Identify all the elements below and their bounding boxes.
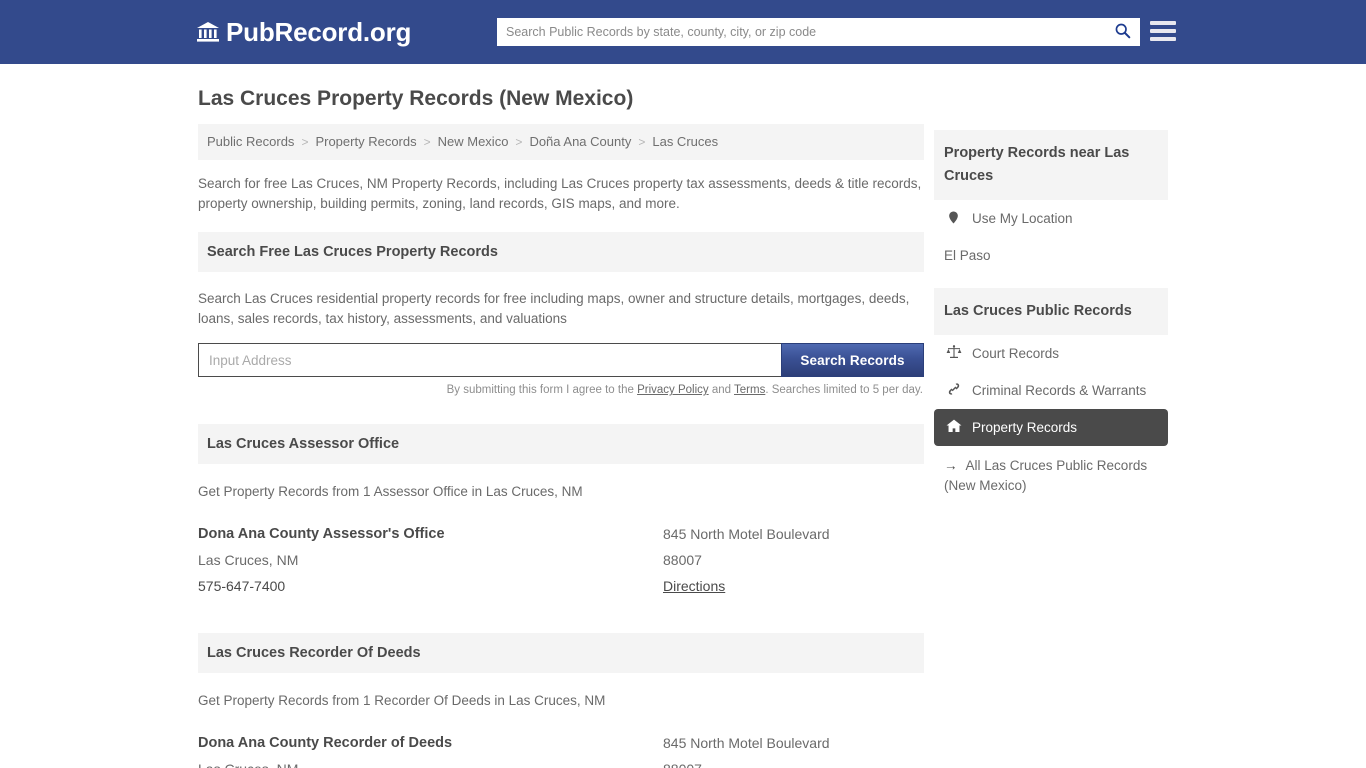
site-logo-text: PubRecord.org <box>226 16 412 47</box>
breadcrumb-separator: > <box>423 135 431 150</box>
page-intro-text: Search for free Las Cruces, NM Property … <box>198 176 922 212</box>
breadcrumb-item-las-cruces[interactable]: Las Cruces <box>652 133 718 151</box>
house-icon <box>944 418 963 434</box>
office-name: Dona Ana County Recorder of Deeds <box>198 735 453 752</box>
office-left-column: Dona Ana County Assessor's Office Las Cr… <box>198 521 663 599</box>
office-right-column: 845 North Motel Boulevard 88007 Directio… <box>663 521 924 599</box>
sidebar-item-use-my-location[interactable]: Use My Location <box>934 200 1168 237</box>
office-street: 845 North Motel Boulevard <box>663 735 830 752</box>
office-right-column: 845 North Motel Boulevard 88007 Directio… <box>663 730 924 768</box>
page-body: Las Cruces Property Records (New Mexico)… <box>0 64 1366 768</box>
search-section-heading: Search Free Las Cruces Property Records <box>198 232 924 273</box>
sidebar-public-records-list: Court Records Criminal Records & Warrant… <box>934 335 1168 500</box>
header-search-input[interactable] <box>498 19 1105 45</box>
page-title: Las Cruces Property Records (New Mexico) <box>198 87 634 110</box>
hamburger-menu-icon[interactable] <box>1150 19 1176 43</box>
breadcrumb-item-dona-ana-county[interactable]: Doña Ana County <box>529 133 631 151</box>
site-logo-link[interactable]: PubRecord.org <box>196 17 411 48</box>
breadcrumb-separator: > <box>301 135 309 150</box>
sidebar-item-label: All Las Cruces Public Records (New Mexic… <box>944 458 1148 494</box>
recorder-of-deeds-heading: Las Cruces Recorder Of Deeds <box>198 633 924 674</box>
sidebar-nearby-heading: Property Records near Las Cruces <box>934 130 1168 201</box>
terms-link[interactable]: Terms <box>734 384 765 396</box>
office-city-state: Las Cruces, NM <box>198 552 299 569</box>
sidebar-public-records-heading: Las Cruces Public Records <box>934 288 1168 336</box>
fingerprint-link-icon <box>944 381 963 397</box>
header-search-submit-button[interactable] <box>1105 19 1139 45</box>
bank-building-icon <box>196 20 220 44</box>
sidebar-item-property-records[interactable]: Property Records <box>934 409 1168 447</box>
site-header: PubRecord.org <box>0 0 1366 64</box>
header-search-bar <box>497 18 1140 46</box>
sidebar-item-label: El Paso <box>944 248 991 264</box>
assessor-office-heading: Las Cruces Assessor Office <box>198 424 924 465</box>
office-zip: 88007 <box>663 552 702 569</box>
office-city-state: Las Cruces, NM <box>198 756 663 768</box>
sidebar: Property Records near Las Cruces Use My … <box>934 124 1168 500</box>
breadcrumb: Public Records > Property Records > New … <box>198 124 924 161</box>
search-section-description: Search Las Cruces residential property r… <box>198 291 910 327</box>
office-directions: Directions <box>663 573 924 599</box>
breadcrumb-separator: > <box>638 135 646 150</box>
fineprint-suffix: . Searches limited to 5 per day. <box>765 384 923 397</box>
sidebar-item-all-public-records[interactable]: → All Las Cruces Public Records (New Mexi… <box>934 446 1168 500</box>
office-record-row: Dona Ana County Recorder of Deeds Las Cr… <box>198 730 924 768</box>
breadcrumb-item-property-records[interactable]: Property Records <box>315 133 416 151</box>
sidebar-item-label: Property Records <box>972 420 1078 436</box>
sidebar-item-label: Use My Location <box>972 211 1073 227</box>
sidebar-item-el-paso[interactable]: El Paso <box>934 237 1168 274</box>
search-records-button[interactable]: Search Records <box>781 343 924 378</box>
address-search-form: Search Records <box>198 343 924 378</box>
privacy-policy-link[interactable]: Privacy Policy <box>637 384 709 396</box>
breadcrumb-item-public-records[interactable]: Public Records <box>207 133 294 151</box>
breadcrumb-separator: > <box>515 135 523 150</box>
office-street: 845 North Motel Boulevard <box>663 526 830 543</box>
office-name: Dona Ana County Assessor's Office <box>198 526 445 543</box>
office-zip: 88007 <box>663 756 924 768</box>
directions-link[interactable]: Directions <box>663 578 725 594</box>
sidebar-item-label: Court Records <box>972 346 1060 362</box>
recorder-of-deeds-note: Get Property Records from 1 Recorder Of … <box>198 693 606 709</box>
map-pin-icon <box>944 209 963 226</box>
fineprint-prefix: By submitting this form I agree to the <box>446 384 638 397</box>
form-fineprint: By submitting this form I agree to the P… <box>198 384 924 396</box>
sidebar-item-criminal-records[interactable]: Criminal Records & Warrants <box>934 372 1168 409</box>
sidebar-item-court-records[interactable]: Court Records <box>934 335 1168 372</box>
main-content: Public Records > Property Records > New … <box>198 124 924 768</box>
fineprint-mid: and <box>708 384 735 397</box>
breadcrumb-item-new-mexico[interactable]: New Mexico <box>438 133 509 151</box>
scales-of-justice-icon <box>944 344 963 360</box>
office-record-row: Dona Ana County Assessor's Office Las Cr… <box>198 521 924 599</box>
arrow-right-icon: → <box>944 458 958 474</box>
magnifier-icon <box>1114 22 1131 42</box>
office-phone: 575-647-7400 <box>198 578 286 595</box>
sidebar-item-label: Criminal Records & Warrants <box>972 383 1147 399</box>
address-search-input[interactable] <box>198 343 781 378</box>
assessor-office-note: Get Property Records from 1 Assessor Off… <box>198 484 583 500</box>
office-left-column: Dona Ana County Recorder of Deeds Las Cr… <box>198 730 663 768</box>
